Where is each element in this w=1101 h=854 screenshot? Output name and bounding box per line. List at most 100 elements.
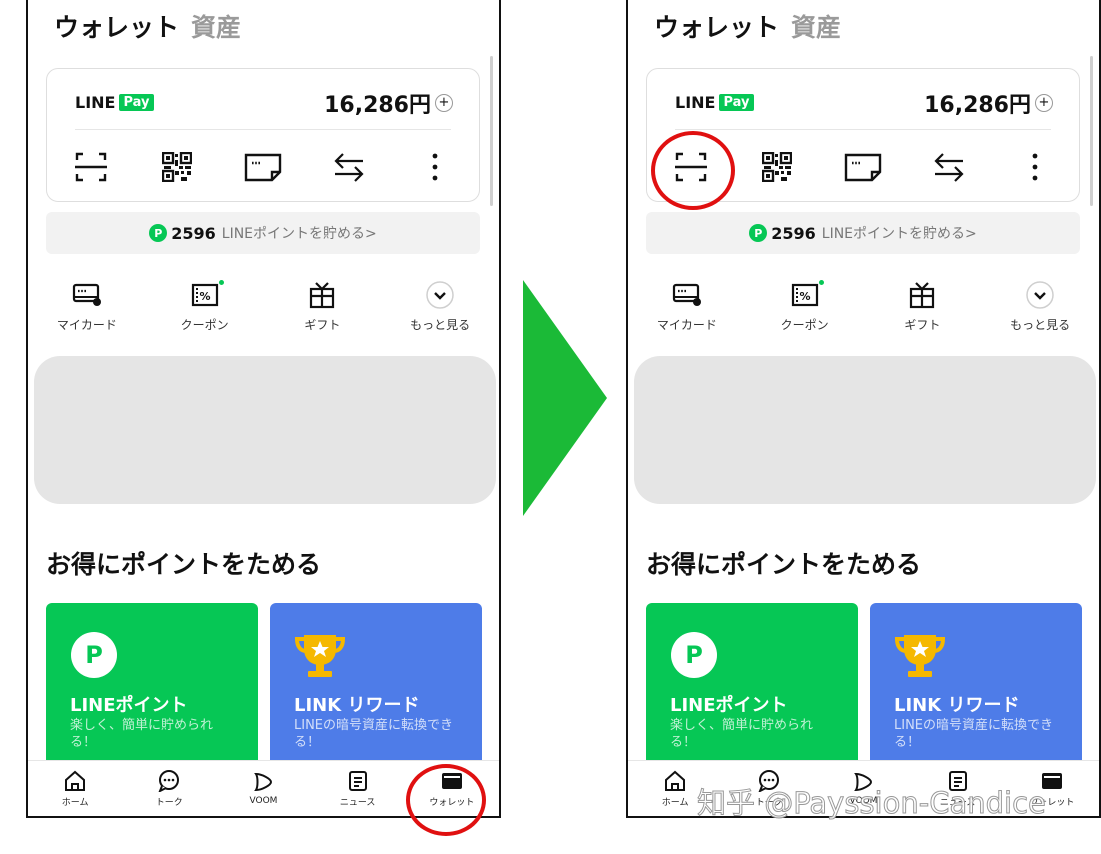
svg-text:%: % — [799, 290, 810, 303]
scrollbar[interactable] — [490, 56, 493, 206]
quick-item-label: マイカード — [56, 318, 117, 332]
scan-icon — [75, 152, 107, 182]
wallet-header: ウォレット 資産 — [54, 8, 241, 44]
home-icon — [65, 770, 86, 791]
quick-menu: マイカード % クーポン ギフト もっと見る — [628, 280, 1099, 333]
news-icon — [348, 770, 367, 791]
balance-amount[interactable]: 16,286円 + — [924, 87, 1053, 119]
highlight-circle-wallet-tab — [406, 764, 486, 836]
pay-card-icon — [244, 153, 282, 182]
tab-assets[interactable]: 資産 — [191, 13, 241, 42]
card-icon — [72, 283, 101, 306]
more-vertical-icon — [432, 153, 438, 181]
coupon-icon: % — [191, 283, 218, 307]
quick-item-label: クーポン — [180, 318, 229, 332]
phone-screen-after: ウォレット 資産 LINE Pay 16,286円 + P 2596 LINEポ… — [626, 0, 1101, 818]
card-icon — [672, 283, 701, 306]
tile-description: LINEの暗号資産に転換できる！ — [894, 718, 1054, 750]
quick-menu: マイカード % クーポン ギフト もっと見る — [28, 280, 499, 333]
tab-label: ニュース — [339, 797, 376, 808]
tab-news[interactable]: ニュース — [313, 770, 403, 808]
trophy-icon — [894, 635, 946, 677]
quick-item-gift[interactable]: ギフト — [872, 280, 972, 333]
quick-item-my-card[interactable]: マイカード — [37, 280, 137, 333]
tile-description: 楽しく、簡単に貯められる！ — [70, 718, 214, 750]
quick-item-gift[interactable]: ギフト — [272, 280, 372, 333]
tab-voom[interactable]: VOOM — [218, 771, 308, 806]
card-button[interactable] — [233, 147, 293, 187]
add-balance-button[interactable]: + — [435, 94, 453, 112]
chevron-down-icon — [1026, 281, 1054, 309]
more-options-button[interactable] — [1005, 147, 1065, 187]
quick-item-label: クーポン — [780, 318, 829, 332]
points-value: 2596 — [771, 223, 816, 243]
coupon-icon: % — [791, 283, 818, 307]
pay-badge: Pay — [719, 94, 754, 111]
transfer-button[interactable] — [319, 147, 379, 187]
pay-badge: Pay — [119, 94, 154, 111]
transfer-icon — [334, 153, 364, 182]
points-link-text: LINEポイントを貯める> — [821, 226, 977, 242]
promo-banner[interactable] — [34, 356, 496, 504]
tab-home[interactable]: ホーム — [30, 770, 120, 808]
link-reward-tile[interactable]: LINK リワード LINEの暗号資産に転換できる！ — [270, 603, 482, 783]
add-balance-button[interactable]: + — [1035, 94, 1053, 112]
qr-code-icon — [162, 152, 192, 182]
balance-amount[interactable]: 16,286円 + — [324, 87, 453, 119]
points-value: 2596 — [171, 223, 216, 243]
quick-item-more[interactable]: もっと見る — [990, 280, 1090, 333]
tab-assets[interactable]: 資産 — [791, 13, 841, 42]
line-points-logo-icon: P — [671, 632, 717, 678]
tile-title: LINEポイント — [70, 695, 188, 716]
points-bar[interactable]: P 2596 LINEポイントを貯める> — [646, 212, 1080, 254]
scrollbar[interactable] — [1090, 56, 1093, 206]
gift-icon — [310, 282, 335, 309]
divider — [75, 129, 451, 130]
trophy-icon — [294, 635, 346, 677]
points-bar[interactable]: P 2596 LINEポイントを貯める> — [46, 212, 480, 254]
more-options-button[interactable] — [405, 147, 465, 187]
phone-screen-before: ウォレット 資産 LINE Pay 16,286円 + P 2596 LINEポ… — [26, 0, 501, 818]
chevron-down-icon — [426, 281, 454, 309]
quick-item-coupon[interactable]: % クーポン — [155, 280, 255, 333]
page-title: ウォレット — [54, 13, 180, 42]
quick-item-more[interactable]: もっと見る — [390, 280, 490, 333]
quick-item-coupon[interactable]: % クーポン — [755, 280, 855, 333]
more-vertical-icon — [1032, 153, 1038, 181]
quick-item-label: ギフト — [904, 318, 941, 332]
transfer-button[interactable] — [919, 147, 979, 187]
scan-button[interactable] — [61, 147, 121, 187]
chat-icon — [158, 769, 180, 792]
tile-title: LINK リワード — [294, 695, 420, 716]
section-title: お得にポイントをためる — [46, 550, 322, 579]
balance-value: 16,286円 — [324, 93, 431, 118]
line-pay-card: LINE Pay 16,286円 + — [46, 68, 480, 202]
pay-card-icon — [844, 153, 882, 182]
quick-item-label: もっと見る — [410, 318, 471, 332]
line-points-logo-icon: P — [71, 632, 117, 678]
svg-text:%: % — [199, 290, 210, 303]
new-badge-dot — [218, 280, 224, 285]
qr-code-button[interactable] — [747, 147, 807, 187]
tile-logo-letter: P — [685, 641, 703, 669]
quick-item-my-card[interactable]: マイカード — [637, 280, 737, 333]
line-points-icon: P — [749, 224, 768, 242]
tab-label: ホーム — [61, 797, 89, 808]
promo-banner[interactable] — [634, 356, 1096, 504]
new-badge-dot — [818, 280, 824, 285]
quick-item-label: マイカード — [656, 318, 717, 332]
card-button[interactable] — [833, 147, 893, 187]
qr-code-icon — [762, 152, 792, 182]
line-points-tile[interactable]: P LINEポイント 楽しく、簡単に貯められる！ — [46, 603, 258, 783]
line-pay-logo: LINE Pay — [75, 93, 154, 112]
quick-item-label: ギフト — [304, 318, 341, 332]
qr-code-button[interactable] — [147, 147, 207, 187]
voom-icon — [254, 772, 273, 792]
pay-brand: LINE — [675, 93, 716, 112]
tile-title: LINEポイント — [670, 695, 788, 716]
pay-actions — [61, 147, 465, 187]
tab-label: VOOM — [249, 796, 278, 806]
line-points-tile[interactable]: P LINEポイント 楽しく、簡単に貯められる！ — [646, 603, 858, 783]
link-reward-tile[interactable]: LINK リワード LINEの暗号資産に転換できる！ — [870, 603, 1082, 783]
tab-talk[interactable]: トーク — [124, 769, 214, 808]
